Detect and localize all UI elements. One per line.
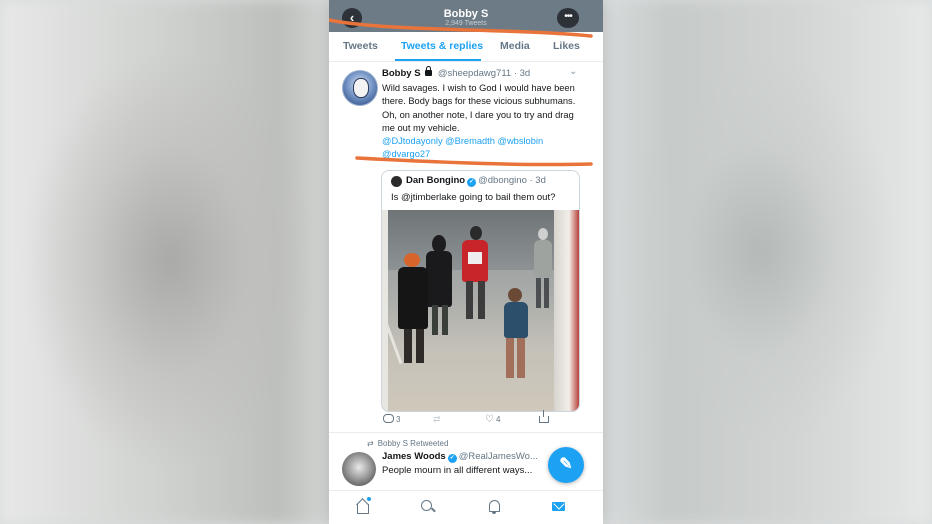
quoted-avatar [391,176,402,187]
photo-door [554,210,579,411]
divider [329,432,603,433]
comment-icon [383,414,394,423]
share-icon [539,410,549,423]
tab-tweets[interactable]: Tweets [343,40,378,52]
search-icon[interactable] [420,499,436,515]
retweet-small-icon: ⇄ [367,439,374,448]
photo-frame [382,210,388,411]
retweet-icon: ⇄ [433,414,441,424]
tweet-mentions-line-1[interactable]: @DJtodayonly @Bremadth @wbslobin [382,136,543,146]
tab-media[interactable]: Media [500,40,530,52]
tweet-time: · 3d [513,68,531,79]
active-tab-indicator [395,59,481,61]
retweeted-header: James Woods ✓ @RealJamesWo... [382,451,538,463]
quoted-author-handle: @dbongino [478,175,527,186]
compose-tweet-icon: ✎ [559,456,573,473]
tweet-mentions-line-2[interactable]: @dvargo27 [382,149,430,159]
tweet-author-handle: @sheepdawg711 [437,68,512,79]
bell-icon[interactable] [486,499,502,515]
retweeted-text: People mourn in all different ways... [382,465,533,476]
share-button[interactable] [539,410,549,423]
more-button[interactable]: ••• [557,8,579,28]
compose-tweet-button[interactable]: ✎ [548,447,584,483]
retweeted-author-handle: @RealJamesWo... [458,451,538,462]
avatar[interactable] [342,452,376,486]
quoted-tweet[interactable]: Dan Bongino ✓ @dbongino · 3d Is @jtimberla… [381,170,580,412]
retweet-context-label: Bobby S Retweeted [377,439,449,448]
retweet-context: ⇄ Bobby S Retweeted [367,439,448,448]
verified-icon: ✓ [467,178,477,187]
like-button[interactable]: ♡ 4 [485,414,500,425]
quoted-author-name: Dan Bongino [406,175,466,186]
tweet-actions: 3 ⇄ ♡ 4 [381,410,581,428]
profile-header: ‹ Bobby S 2,949 Tweets ••• [329,0,603,32]
bottom-nav [329,490,603,524]
tab-likes[interactable]: Likes [553,40,580,52]
mail-icon[interactable] [551,499,567,515]
profile-tabs: Tweets Tweets & replies Media Likes [329,32,603,62]
heart-icon: ♡ [485,414,494,425]
tweet-header: Bobby S @sheepdawg711 · 3d [382,66,531,79]
phone-screen: ‹ Bobby S 2,949 Tweets ••• Tweets Tweets… [329,0,603,524]
quoted-photo[interactable] [382,210,579,411]
reply-count: 3 [396,415,401,424]
verified-icon: ✓ [447,454,457,463]
reply-button[interactable]: 3 [383,414,400,424]
tweet-body: Wild savages. I wish to God I would have… [382,83,576,133]
tab-tweets-replies[interactable]: Tweets & replies [401,40,483,52]
avatar-face [353,78,369,98]
home-icon[interactable] [355,497,371,515]
like-count: 4 [495,415,501,424]
retweet-button[interactable]: ⇄ [433,414,441,425]
quoted-time: · 3d [529,175,546,186]
tweet-author-name[interactable]: Bobby S [382,68,421,79]
avatar[interactable] [342,70,378,106]
lock-icon [425,66,433,76]
chevron-down-icon[interactable]: ⌄ [569,66,577,77]
more-icon: ••• [564,11,572,22]
retweeted-author-name[interactable]: James Woods [382,451,446,462]
quoted-text: Is @jtimberlake going to bail them out? [391,192,556,203]
quoted-header: Dan Bongino ✓ @dbongino · 3d [406,175,546,187]
notification-dot [367,497,371,501]
tweet-text: Wild savages. I wish to God I would have… [382,82,587,162]
